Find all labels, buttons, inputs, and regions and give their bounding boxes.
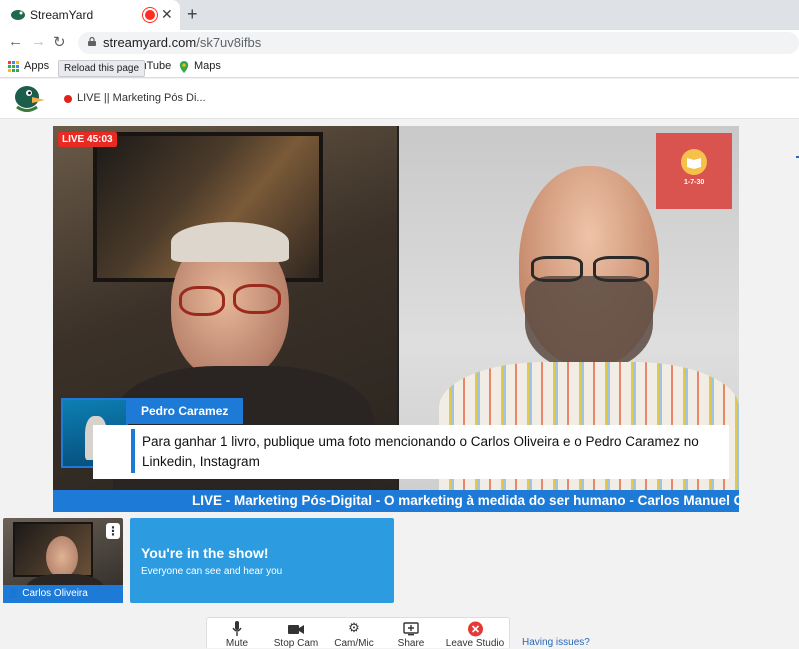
bookmark-maps[interactable]: Maps xyxy=(194,60,221,72)
mute-label: Mute xyxy=(225,638,249,649)
speaker-name-tag: Pedro Caramez xyxy=(127,398,243,424)
cam-mic-settings-button[interactable]: ⚙ Cam/Mic xyxy=(329,620,379,649)
lock-icon xyxy=(88,37,96,46)
reload-tooltip: Reload this page xyxy=(58,60,146,77)
browser-tab-bar: StreamYard ✕ + xyxy=(0,0,799,30)
maps-icon xyxy=(179,61,189,73)
new-tab-icon[interactable]: + xyxy=(187,4,198,25)
brand-overlay-logo: 1-7-30 xyxy=(656,133,732,209)
caption-accent-bar xyxy=(131,429,135,473)
browser-tab[interactable]: StreamYard ✕ xyxy=(0,0,180,30)
person-hair xyxy=(171,222,289,262)
glasses-left xyxy=(531,256,583,282)
address-bar-row: ← → ↻ streamyard.com/sk7uv8ifbs xyxy=(0,30,799,56)
back-icon[interactable]: ← xyxy=(8,33,23,50)
caption-text: Para ganhar 1 livro, publique uma foto m… xyxy=(142,434,699,469)
gear-icon: ⚙ xyxy=(348,620,360,635)
stop-cam-button[interactable]: Stop Cam xyxy=(269,620,323,649)
self-name-text: Carlos Oliveira xyxy=(22,588,88,599)
user-icon: 👤 xyxy=(7,588,20,599)
app-header: LIVE || Marketing Pós Di... xyxy=(0,79,799,119)
mute-button[interactable]: Mute xyxy=(215,620,259,649)
glasses-right xyxy=(233,284,281,314)
url-field[interactable]: streamyard.com/sk7uv8ifbs xyxy=(78,32,799,54)
url-text: streamyard.com/sk7uv8ifbs xyxy=(103,35,261,50)
share-label: Share xyxy=(397,638,425,649)
forward-icon[interactable]: → xyxy=(31,33,46,50)
streamyard-favicon-icon xyxy=(11,10,25,20)
camera-icon xyxy=(288,625,304,634)
url-path: /sk7uv8ifbs xyxy=(196,35,262,50)
having-issues-link[interactable]: Having issues? xyxy=(522,637,590,648)
caption-banner: Para ganhar 1 livro, publique uma foto m… xyxy=(93,425,729,479)
broadcast-stage: LIVE 45:03 1-7-30 f Pedro Caramez Para g… xyxy=(53,126,739,512)
brand-logo-text: 1-7-30 xyxy=(684,179,705,186)
close-tab-icon[interactable]: ✕ xyxy=(161,6,173,23)
stop-cam-label: Stop Cam xyxy=(273,638,319,649)
cam-mic-label: Cam/Mic xyxy=(334,638,374,649)
glasses-right xyxy=(593,256,649,282)
notice-heading: You're in the show! xyxy=(141,545,269,561)
microphone-icon xyxy=(232,621,242,636)
live-timer-badge: LIVE 45:03 xyxy=(58,132,117,147)
screen-share-icon xyxy=(403,622,419,636)
bookmark-apps[interactable]: Apps xyxy=(24,60,49,72)
live-status-icon xyxy=(64,95,72,103)
tab-title: StreamYard xyxy=(30,8,94,22)
leave-icon xyxy=(467,621,483,637)
person-beard xyxy=(525,276,653,372)
apps-grid-icon xyxy=(8,61,19,72)
glasses-left xyxy=(179,286,225,316)
streamyard-logo-icon[interactable] xyxy=(12,83,46,115)
book-logo-icon xyxy=(681,149,707,175)
person-head xyxy=(46,536,78,578)
ticker-banner: LIVE - Marketing Pós-Digital - O marketi… xyxy=(53,490,739,512)
in-show-notice: You're in the show! Everyone can see and… xyxy=(130,518,394,603)
stream-title[interactable]: LIVE || Marketing Pós Di... xyxy=(77,92,206,104)
url-domain: streamyard.com xyxy=(103,35,197,50)
more-options-icon[interactable]: ⋮ xyxy=(106,523,120,539)
share-button[interactable]: Share xyxy=(391,620,431,649)
recording-indicator-icon xyxy=(145,10,155,20)
self-name-label: 👤 Carlos Oliveira xyxy=(3,585,123,603)
reload-icon[interactable]: ↻ xyxy=(53,33,66,51)
studio-toolbar: Mute Stop Cam ⚙ Cam/Mic Share Leave Stud… xyxy=(206,617,510,649)
leave-studio-button[interactable]: Leave Studio xyxy=(443,620,507,649)
leave-label: Leave Studio xyxy=(445,638,505,649)
notice-subtext: Everyone can see and hear you xyxy=(141,566,283,577)
